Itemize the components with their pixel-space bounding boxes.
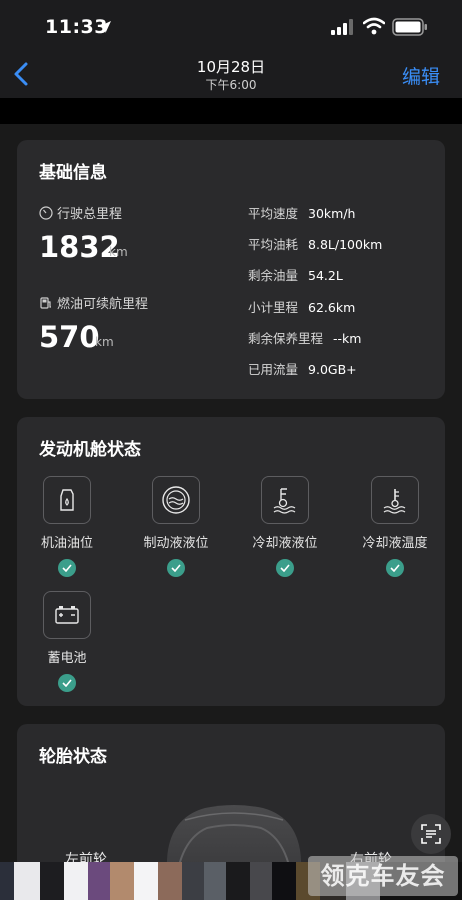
engine-item-label: 机油油位 (40, 536, 93, 551)
stat-data-used: 已用流量 9.0GB+ (248, 359, 357, 378)
engine-item-label: 冷却液液位 (252, 536, 318, 551)
thumbnail[interactable] (182, 862, 204, 900)
range-label: 燃油可续航里程 (57, 297, 149, 312)
stat-fuel-left: 剩余油量 54.2L (248, 265, 343, 284)
engine-item-label: 制动液液位 (143, 536, 209, 551)
thumbnail[interactable] (64, 862, 88, 900)
fuel-pump-icon (40, 296, 51, 309)
check-icon (276, 559, 294, 577)
tire-status-title: 轮胎状态 (39, 747, 107, 767)
stat-service: 剩余保养里程 --km (248, 328, 361, 347)
engine-item-brake[interactable]: 制动液液位 (121, 476, 231, 577)
engine-item-oil[interactable]: 机油油位 (12, 476, 122, 577)
stat-value: 8.8L/100km (308, 237, 383, 252)
engine-item-box (261, 476, 309, 524)
coolant-temp-icon (383, 489, 406, 514)
check-icon (167, 559, 185, 577)
scan-text-icon (421, 824, 441, 844)
odometer-label: 行驶总里程 (57, 207, 123, 222)
stat-value: --km (333, 331, 362, 346)
odometer-unit: km (109, 245, 128, 259)
scan-text-button[interactable] (411, 814, 451, 854)
engine-status-title: 发动机舱状态 (39, 440, 141, 460)
range-value: 570 (39, 320, 100, 354)
thumbnail[interactable] (14, 862, 40, 900)
thumbnail[interactable] (88, 862, 110, 900)
check-icon (386, 559, 404, 577)
check-icon (58, 559, 76, 577)
engine-item-label: 蓄电池 (47, 651, 87, 666)
thumbnail[interactable] (250, 862, 272, 900)
stat-label: 平均油耗 (248, 237, 299, 252)
stat-value: 9.0GB+ (308, 362, 357, 377)
range-unit: km (95, 335, 114, 349)
watermark: 领克车友会 (308, 856, 458, 896)
scroll-content[interactable]: 基础信息 行驶总里程 1832 km 燃油可续航里程 570 km 平均速度 30… (0, 124, 462, 900)
odometer-value: 1832 (39, 230, 120, 264)
engine-item-box (43, 476, 91, 524)
stat-avg-fuel: 平均油耗 8.8L/100km (248, 234, 382, 253)
nav-subtitle: 下午6:00 (205, 78, 257, 92)
stat-label: 小计里程 (248, 300, 299, 315)
engine-item-battery[interactable]: 蓄电池 (12, 591, 122, 692)
thumbnail[interactable] (40, 862, 64, 900)
odometer-label-row: 行驶总里程 (39, 203, 122, 222)
stat-label: 剩余油量 (248, 268, 299, 283)
engine-item-coolant-temp[interactable]: 冷却液温度 (340, 476, 450, 577)
basic-info-card: 基础信息 行驶总里程 1832 km 燃油可续航里程 570 km 平均速度 30… (17, 140, 445, 399)
check-icon (58, 674, 76, 692)
engine-item-box (43, 591, 91, 639)
thumbnail[interactable] (158, 862, 182, 900)
range-label-row: 燃油可续航里程 (39, 293, 148, 312)
thumbnail[interactable] (110, 862, 134, 900)
stat-label: 已用流量 (248, 362, 299, 377)
coolant-level-icon (273, 488, 296, 514)
oil-level-icon (60, 489, 74, 511)
thumbnail[interactable] (204, 862, 226, 900)
battery-status-icon (392, 18, 427, 36)
engine-item-box (371, 476, 419, 524)
nav-bar: 10月28日 下午6:00 编辑 (0, 52, 462, 98)
battery-icon (55, 606, 79, 624)
thumbnail[interactable] (0, 862, 14, 900)
engine-item-label: 冷却液温度 (362, 536, 428, 551)
stat-trip: 小计里程 62.6km (248, 297, 355, 316)
engine-status-card: 发动机舱状态 机油油位 制动液液位 冷却液液位 冷却液温度 蓄电池 (17, 417, 445, 706)
cellular-signal-icon (331, 19, 353, 35)
thumbnail[interactable] (134, 862, 158, 900)
odometer-icon (39, 205, 53, 220)
engine-item-box (152, 476, 200, 524)
engine-item-coolant-level[interactable]: 冷却液液位 (230, 476, 340, 577)
stat-value: 54.2L (308, 268, 343, 283)
status-bar: 11:33 (0, 0, 462, 52)
header-band (0, 98, 462, 124)
stat-value: 62.6km (308, 300, 356, 315)
stat-label: 平均速度 (248, 206, 299, 221)
stat-label: 剩余保养里程 (248, 331, 324, 346)
stat-value: 30km/h (308, 206, 356, 221)
thumbnail[interactable] (272, 862, 296, 900)
nav-title: 10月28日 (196, 58, 266, 76)
thumbnail[interactable] (226, 862, 250, 900)
stat-avg-speed: 平均速度 30km/h (248, 203, 355, 222)
wifi-icon (363, 17, 385, 35)
edit-button[interactable]: 编辑 (402, 62, 440, 89)
basic-info-title: 基础信息 (39, 163, 107, 183)
brake-fluid-icon (162, 486, 190, 514)
location-arrow-icon (99, 21, 111, 33)
